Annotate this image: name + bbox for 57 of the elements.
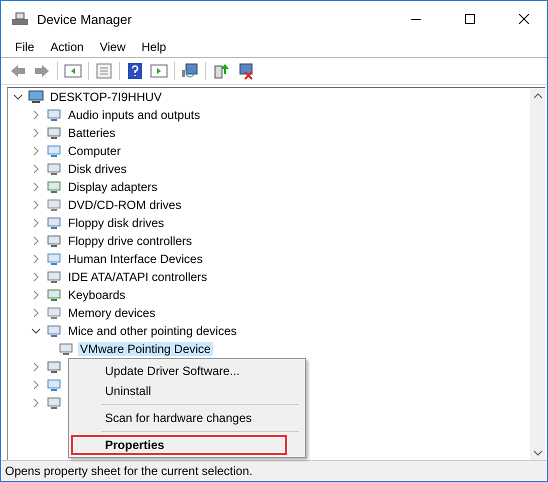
- device-icon: [46, 215, 62, 231]
- close-icon: [519, 14, 529, 24]
- tree-item[interactable]: Computer: [66, 144, 123, 158]
- forward-button[interactable]: [33, 62, 51, 80]
- device-icon: [46, 251, 62, 267]
- menu-item[interactable]: Help: [134, 40, 174, 54]
- tree-item[interactable]: Floppy drive controllers: [66, 234, 194, 248]
- help-button[interactable]: [126, 62, 144, 80]
- device-icon: [46, 287, 62, 303]
- tree-item[interactable]: Floppy disk drives: [66, 216, 166, 230]
- tree-item[interactable]: IDE ATA/ATAPI controllers: [66, 270, 210, 284]
- window-title: Device Manager: [37, 12, 133, 26]
- caret-up-icon: [534, 92, 542, 98]
- tree-item[interactable]: Mice and other pointing devices: [66, 324, 239, 338]
- device-icon: [46, 377, 62, 393]
- device-icon: [58, 341, 74, 357]
- menu-item[interactable]: Scan for hardware changes: [71, 408, 287, 428]
- action-pane-button[interactable]: [150, 62, 168, 80]
- device-icon: [46, 305, 62, 321]
- menu-item[interactable]: Update Driver Software...: [71, 361, 287, 381]
- tree-item[interactable]: Human Interface Devices: [66, 252, 205, 266]
- menu-item[interactable]: Uninstall: [71, 381, 287, 401]
- device-icon: [46, 143, 62, 159]
- tree-item[interactable]: Keyboards: [66, 288, 128, 302]
- menu-item[interactable]: Properties: [71, 435, 287, 455]
- back-button[interactable]: [9, 62, 27, 80]
- device-icon: [46, 323, 62, 339]
- tree-item[interactable]: DVD/CD-ROM drives: [66, 198, 184, 212]
- device-icon: [46, 161, 62, 177]
- tree-item[interactable]: Display adapters: [66, 180, 160, 194]
- caret-down-icon: [534, 450, 542, 456]
- device-icon: [46, 197, 62, 213]
- device-icon: [46, 269, 62, 285]
- app-icon: [11, 11, 29, 27]
- status-text: Opens property sheet for the current selection.: [1, 460, 547, 481]
- maximize-icon: [465, 14, 475, 24]
- device-icon: [46, 359, 62, 375]
- tree-item[interactable]: VMware Pointing Device: [78, 342, 213, 356]
- menu-item[interactable]: File: [7, 40, 42, 54]
- device-icon: [46, 107, 62, 123]
- computer-icon: [28, 89, 44, 105]
- update-driver-button[interactable]: [212, 62, 230, 80]
- tree-item[interactable]: DESKTOP-7I9HHUV: [48, 90, 164, 104]
- scrollbar[interactable]: [530, 88, 545, 460]
- tree-item[interactable]: Batteries: [66, 126, 118, 140]
- menu-item[interactable]: View: [92, 40, 134, 54]
- tree-item[interactable]: Audio inputs and outputs: [66, 108, 202, 122]
- device-icon: [46, 395, 62, 411]
- console-tree-button[interactable]: [64, 62, 82, 80]
- scan-hardware-button[interactable]: [181, 62, 199, 80]
- tree-item[interactable]: Disk drives: [66, 162, 129, 176]
- menu-item[interactable]: Action: [42, 40, 92, 54]
- device-icon: [46, 179, 62, 195]
- tree-item[interactable]: Memory devices: [66, 306, 158, 320]
- properties-button[interactable]: [95, 62, 113, 80]
- device-icon: [46, 233, 62, 249]
- device-icon: [46, 125, 62, 141]
